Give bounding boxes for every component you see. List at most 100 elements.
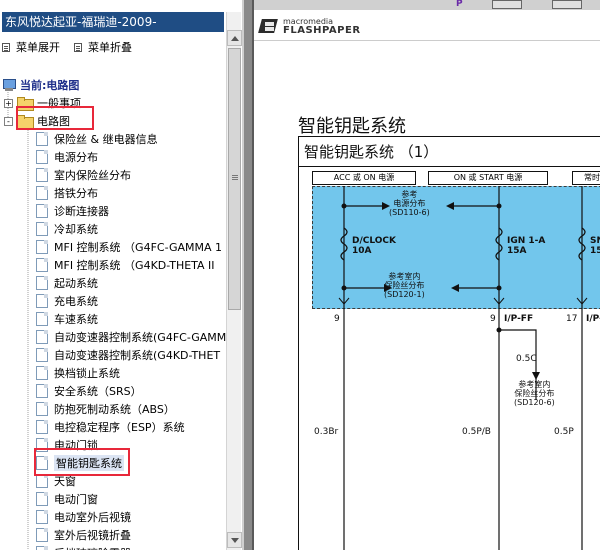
folder-icon: [17, 115, 34, 129]
collapse-all-button[interactable]: 菜单折叠: [74, 39, 132, 55]
tree-item[interactable]: 诊断连接器: [36, 202, 109, 220]
document-icon: [36, 294, 48, 308]
diagram-title: 智能钥匙系统 （1）: [304, 143, 439, 161]
document-icon: [36, 132, 48, 146]
document-icon: [36, 312, 48, 326]
tree-folder-label: 电路图: [37, 115, 70, 128]
document-icon: [36, 438, 48, 452]
collapse-minus-icon[interactable]: -: [4, 116, 13, 126]
tree-folder-label: 一般事项: [37, 97, 81, 110]
tree-item[interactable]: 自动变速器控制系统(G4FC-GAMM: [36, 328, 226, 346]
tree-item-label: 电源分布: [54, 151, 98, 164]
ref-indoor-fuse-1: 参考室内 保险丝分布 (SD120-1): [384, 272, 425, 299]
document-icon: [36, 456, 48, 470]
tree-item-label: MFI 控制系统 （G4KD-THETA II: [54, 259, 215, 272]
power-source-constant: 常时: [572, 171, 600, 185]
tree-item[interactable]: 电源分布: [36, 148, 98, 166]
document-icon: [36, 510, 48, 524]
document-icon: [36, 546, 48, 550]
tree-item-label: 车速系统: [54, 313, 98, 326]
power-source-on-start: ON 或 START 电源: [428, 171, 548, 185]
tree-item[interactable]: 搭铁分布: [36, 184, 98, 202]
document-icon: [36, 348, 48, 362]
tree-item[interactable]: 车速系统: [36, 310, 98, 328]
viewer-toolbar: P: [254, 0, 600, 10]
tree-item-label: MFI 控制系统 （G4FC-GAMMA 1: [54, 241, 223, 254]
list-icon: [74, 42, 82, 52]
tree-item-label: 电动门锁: [54, 439, 98, 452]
fuse-sn: SN 15: [590, 236, 600, 256]
document-icon: [36, 492, 48, 506]
tree-item[interactable]: 后挡玻璃除霜器: [36, 544, 131, 550]
document-icon: [36, 474, 48, 488]
tree-item-label: 换档锁止系统: [54, 367, 120, 380]
document-icon: [36, 150, 48, 164]
fuse-ign1a: IGN 1-A 15A: [507, 236, 546, 256]
tree-item-label: 天窗: [54, 475, 76, 488]
toolbar-button-2[interactable]: [552, 0, 582, 9]
tree-item-label: 起动系统: [54, 277, 98, 290]
document-icon: [36, 204, 48, 218]
tree-item[interactable]: MFI 控制系统 （G4FC-GAMMA 1: [36, 238, 222, 256]
tree-item[interactable]: 电控稳定程序（ESP）系统: [36, 418, 185, 436]
computer-icon: [2, 78, 16, 92]
folder-icon: [17, 97, 34, 111]
tree-item[interactable]: 安全系统（SRS）: [36, 382, 142, 400]
flashpaper-logo-icon: [258, 17, 280, 35]
document-icon: [36, 258, 48, 272]
tree-item[interactable]: 电动门锁: [36, 436, 98, 454]
pane-splitter[interactable]: [242, 0, 254, 550]
tree-item[interactable]: 电动室外后视镜: [36, 508, 131, 526]
document-icon: [36, 528, 48, 542]
viewer-separator: [254, 40, 600, 41]
scroll-down-arrow-icon[interactable]: [227, 532, 242, 548]
tree-item[interactable]: 冷却系统: [36, 220, 98, 238]
tree-item[interactable]: 防抱死制动系统（ABS）: [36, 400, 175, 418]
tree-item[interactable]: 换档锁止系统: [36, 364, 120, 382]
tree-item[interactable]: 充电系统: [36, 292, 98, 310]
tree-item[interactable]: MFI 控制系统 （G4KD-THETA II: [36, 256, 215, 274]
tree-item-label: 搭铁分布: [54, 187, 98, 200]
expand-all-label: 菜单展开: [16, 41, 60, 54]
document-icon: [36, 330, 48, 344]
document-icon: [36, 420, 48, 434]
tree-item[interactable]: 天窗: [36, 472, 76, 490]
document-icon: [36, 240, 48, 254]
diagram-title-divider: [298, 166, 600, 167]
document-icon: [36, 276, 48, 290]
tree-item[interactable]: 保险丝 & 继电器信息: [36, 130, 158, 148]
scroll-thumb[interactable]: [228, 48, 241, 310]
document-viewer: P macromedia FLASHPAPER 智能钥匙系统 智能钥匙系统 （1…: [254, 0, 600, 550]
tree-folder[interactable]: + 一般事项: [4, 94, 81, 112]
document-icon: [36, 402, 48, 416]
page-title: 智能钥匙系统: [298, 116, 406, 137]
collapse-all-label: 菜单折叠: [88, 41, 132, 54]
wire-label-0-5pb: 0.5P/B: [462, 427, 491, 437]
tree-item[interactable]: 起动系统: [36, 274, 98, 292]
tree-item[interactable]: 自动变速器控制系统(G4KD-THET: [36, 346, 220, 364]
tree-item-label: 安全系统（SRS）: [54, 385, 142, 398]
tree-item-label: 防抱死制动系统（ABS）: [54, 403, 175, 416]
tree-item[interactable]: 室内保险丝分布: [36, 166, 131, 184]
ref-power-dist: 参考 电源分布 (SD110-6): [389, 190, 430, 217]
tree-scrollbar[interactable]: [226, 12, 242, 550]
fuse-dclock: D/CLOCK 10A: [352, 236, 397, 256]
tree-item[interactable]: 室外后视镜折叠: [36, 526, 131, 544]
tree-item[interactable]: 智能钥匙系统: [36, 454, 124, 472]
toolbar-button-1[interactable]: [492, 0, 522, 9]
document-icon: [36, 384, 48, 398]
tree-item-label: 电动室外后视镜: [54, 511, 131, 524]
power-source-acc-on: ACC 或 ON 电源: [312, 171, 416, 185]
tree-item-label: 室外后视镜折叠: [54, 529, 131, 542]
tree-item[interactable]: 电动门窗: [36, 490, 98, 508]
document-icon: [36, 366, 48, 380]
expand-all-button[interactable]: 菜单展开: [2, 39, 60, 55]
scroll-up-arrow-icon[interactable]: [227, 30, 242, 46]
tree-item-label: 保险丝 & 继电器信息: [54, 133, 158, 146]
pin-label-3: 17: [566, 314, 578, 324]
wire-label-0-5c: 0.5C: [516, 354, 537, 364]
list-icon: [2, 42, 10, 52]
pin-label-1: 9: [334, 314, 340, 324]
expand-plus-icon[interactable]: +: [4, 98, 13, 108]
tree-folder[interactable]: - 电路图: [4, 112, 70, 130]
